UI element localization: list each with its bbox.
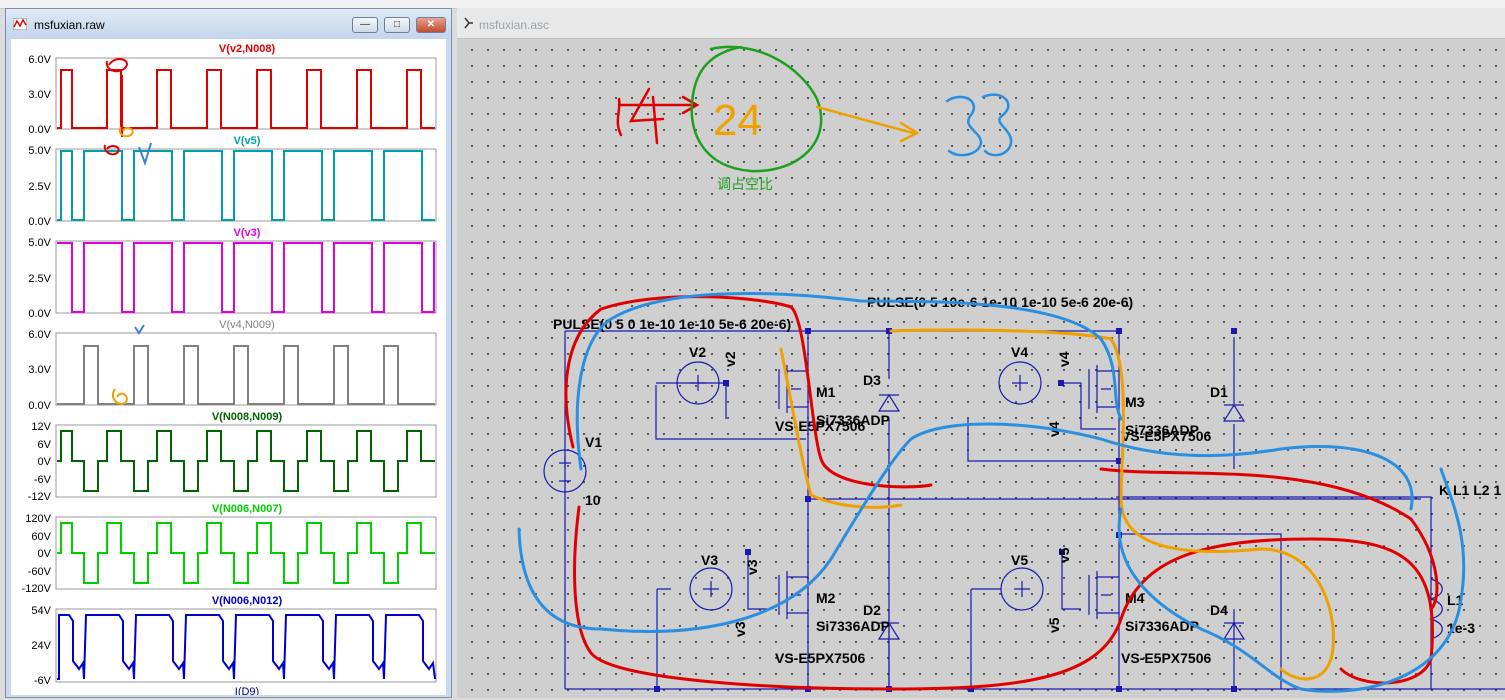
plot-frame-2 bbox=[55, 148, 437, 222]
source-v2-label: V2 bbox=[689, 344, 706, 360]
diode-d2-label: D2 bbox=[863, 602, 881, 618]
trace-line-n006-n007 bbox=[57, 522, 435, 584]
diode-d3-label: D3 bbox=[863, 372, 881, 388]
tick-label: 0.0V bbox=[28, 124, 51, 136]
net-label-v3-gate: v3 bbox=[732, 621, 748, 637]
trace-label-n008-n009: V(N008,N009) bbox=[212, 411, 283, 423]
schematic-canvas[interactable]: PULSE(0 5 10e-6 1e-10 1e-10 5e-6 20e-6) … bbox=[461, 39, 1505, 698]
tick-label: -6V bbox=[34, 675, 52, 687]
trace-line-v3 bbox=[57, 242, 435, 313]
source-v3-label: V3 bbox=[701, 552, 718, 568]
tick-label: 5.0V bbox=[28, 237, 51, 249]
tick-label: 0.0V bbox=[28, 216, 51, 228]
diode-d1-label: D1 bbox=[1210, 384, 1228, 400]
source-v4-label: V4 bbox=[1011, 344, 1028, 360]
tick-label: 60V bbox=[31, 531, 51, 543]
waveform-titlebar[interactable]: msfuxian.raw — □ ✕ bbox=[6, 9, 451, 39]
annotation-circled-number: 24 bbox=[713, 96, 762, 145]
tick-label: 6V bbox=[38, 439, 52, 451]
schematic-svg[interactable]: PULSE(0 5 10e-6 1e-10 1e-10 5e-6 20e-6) … bbox=[461, 39, 1505, 698]
minimize-button[interactable]: — bbox=[352, 17, 378, 33]
tick-label: 6.0V bbox=[28, 54, 51, 66]
trace-label-v2-n008: V(v2,N008) bbox=[219, 43, 276, 55]
trace-label-v4-n009: V(v4,N009) bbox=[219, 319, 275, 331]
trace-label-n006-n007: V(N006,N007) bbox=[212, 503, 283, 515]
schematic-app-icon bbox=[464, 17, 473, 29]
mosfet-symbols bbox=[778, 365, 1119, 619]
source-v5-label: V5 bbox=[1011, 552, 1028, 568]
schematic-wires bbox=[564, 330, 1505, 690]
mosfet-m2-part: Si7336ADP bbox=[816, 618, 890, 634]
mosfet-m2-label: M2 bbox=[816, 590, 836, 606]
tick-label: 24V bbox=[31, 640, 51, 652]
voltage-sources bbox=[543, 361, 1044, 611]
handwritten-marks-waveform bbox=[103, 58, 152, 405]
annotation-note: 调占空比 bbox=[717, 176, 773, 192]
diode-d4-part: VS-E5PX7506 bbox=[1121, 650, 1211, 666]
tick-label: 12V bbox=[31, 421, 51, 433]
tick-label: -60V bbox=[28, 566, 52, 578]
waveform-plot-area[interactable]: V(v2,N008) 6.0V 3.0V 0.0V V(v5) 5.0V 2.5… bbox=[11, 39, 446, 698]
trace-line-n008-n009 bbox=[57, 430, 435, 492]
tick-label: 0V bbox=[38, 548, 52, 560]
trace-label-n006-n012: V(N006,N012) bbox=[212, 595, 283, 607]
schematic-window-title: msfuxian.asc bbox=[479, 18, 550, 32]
plot-frame-3 bbox=[55, 240, 437, 314]
tick-label: 2.5V bbox=[28, 181, 51, 193]
diode-d3-part: VS-E5PX7506 bbox=[775, 418, 865, 434]
mosfet-m1-label: M1 bbox=[816, 384, 836, 400]
waveform-window: msfuxian.raw — □ ✕ V(v2,N008) 6.0V 3.0V … bbox=[5, 8, 452, 698]
tick-label: 0V bbox=[38, 456, 52, 468]
tick-label: 0.0V bbox=[28, 308, 51, 320]
diode-d2-part: VS-E5PX7506 bbox=[775, 650, 865, 666]
net-label-v2: v2 bbox=[722, 351, 738, 367]
tick-label: 0.0V bbox=[28, 400, 51, 412]
source-v1-label: V1 bbox=[585, 434, 602, 450]
tick-label: -120V bbox=[22, 583, 52, 595]
tick-label: 120V bbox=[25, 513, 51, 525]
trace-label-v3: V(v3) bbox=[234, 227, 261, 239]
trace-label-v5: V(v5) bbox=[234, 135, 261, 147]
trace-line-v2-n008 bbox=[57, 69, 435, 129]
trace-line-n006-n012 bbox=[57, 614, 436, 680]
restore-button[interactable]: □ bbox=[384, 17, 410, 33]
trace-line-v5 bbox=[57, 150, 435, 221]
plot-frame-7 bbox=[55, 608, 437, 683]
plot-frame-1 bbox=[55, 57, 437, 130]
tick-label: -12V bbox=[28, 491, 52, 503]
annotation-left-number: 14 bbox=[521, 96, 570, 145]
trace-label-id9: I(D9) bbox=[235, 686, 259, 695]
net-label-v5-gate: v5 bbox=[1046, 617, 1062, 633]
waveform-window-title: msfuxian.raw bbox=[34, 18, 105, 32]
net-label-v3-top: v3 bbox=[744, 559, 760, 575]
waveform-app-icon bbox=[13, 18, 27, 30]
net-label-v4-top: v4 bbox=[1056, 351, 1072, 367]
mosfet-m3-label: M3 bbox=[1125, 394, 1145, 410]
current-flow-scribbles bbox=[517, 292, 1466, 693]
tick-label: -6V bbox=[34, 474, 52, 486]
tick-label: 6.0V bbox=[28, 329, 51, 341]
schematic-titlebar[interactable]: msfuxian.asc bbox=[457, 8, 1505, 39]
tick-label: 2.5V bbox=[28, 273, 51, 285]
tick-label: 3.0V bbox=[28, 364, 51, 376]
schematic-window: msfuxian.asc PULSE(0 5 10e-6 1e-10 1e-10… bbox=[457, 8, 1505, 698]
source-v1-value: 10 bbox=[585, 492, 601, 508]
tick-label: 54V bbox=[31, 605, 51, 617]
tick-label: 5.0V bbox=[28, 145, 51, 157]
tick-label: 3.0V bbox=[28, 89, 51, 101]
close-button[interactable]: ✕ bbox=[416, 17, 446, 33]
waveform-plots-svg[interactable]: V(v2,N008) 6.0V 3.0V 0.0V V(v5) 5.0V 2.5… bbox=[11, 39, 446, 698]
annotation-right-number: 23 bbox=[933, 110, 982, 159]
diode-d4-label: D4 bbox=[1210, 602, 1228, 618]
net-label-v5-top: v5 bbox=[1056, 547, 1072, 563]
diode-d1-part: VS-E5PX7506 bbox=[1121, 428, 1211, 444]
